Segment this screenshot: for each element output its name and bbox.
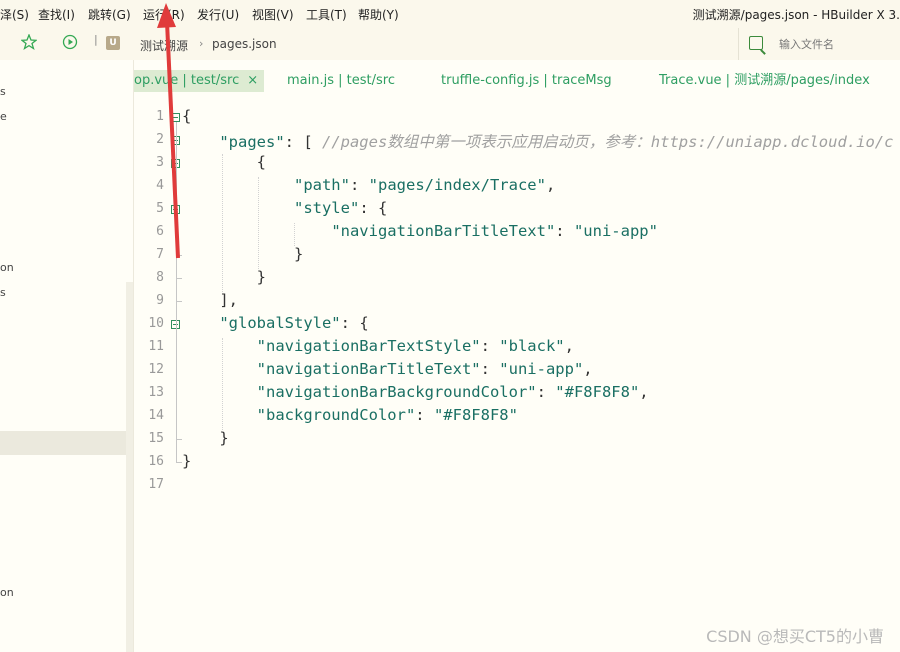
menu-publish[interactable]: 发行(U) — [197, 6, 239, 23]
tab-label: Trace.vue | 测试溯源/pages/index — [659, 73, 870, 88]
project-icon: U — [106, 36, 120, 50]
sidebar-item[interactable]: on — [0, 261, 14, 274]
fold-end-marker — [176, 278, 182, 279]
line-number: 9 — [156, 293, 164, 308]
file-search-input[interactable] — [777, 34, 899, 54]
line-number: 5 — [156, 201, 164, 216]
code-editor[interactable] — [134, 100, 900, 652]
line-number: 11 — [148, 339, 164, 354]
play-circle-icon[interactable] — [61, 34, 79, 52]
watermark: CSDN @想买CT5的小曹 — [706, 627, 884, 646]
menu-tools[interactable]: 工具(T) — [306, 6, 347, 23]
line-number: 15 — [148, 431, 164, 446]
menu-help[interactable]: 帮助(Y) — [358, 6, 399, 23]
fold-line — [176, 122, 177, 462]
line-number: 10 — [148, 316, 164, 331]
line-number: 1 — [156, 109, 164, 124]
editor-tabs: op.vue | test/src × main.js | test/src tr… — [134, 68, 900, 96]
line-number: 12 — [148, 362, 164, 377]
star-icon[interactable] — [20, 33, 38, 52]
sidebar-scrollbar[interactable] — [126, 282, 133, 652]
sidebar-item[interactable]: s — [0, 85, 6, 98]
line-number: 3 — [156, 155, 164, 170]
line-number: 8 — [156, 270, 164, 285]
breadcrumb-project[interactable]: 测试溯源 — [140, 37, 188, 54]
tab-label: main.js | test/src — [287, 73, 395, 88]
menu-view[interactable]: 视图(V) — [252, 6, 294, 23]
tab-app-vue[interactable]: op.vue | test/src × — [134, 70, 265, 92]
tab-main-js[interactable]: main.js | test/src — [287, 70, 395, 92]
tab-trace-vue[interactable]: Trace.vue | 测试溯源/pages/index — [659, 70, 870, 92]
tab-truffle-config[interactable]: truffle-config.js | traceMsg — [441, 70, 612, 92]
line-number: 6 — [156, 224, 164, 239]
indent-guide — [258, 177, 259, 269]
sidebar-item[interactable]: s — [0, 286, 6, 299]
tab-label: truffle-config.js | traceMsg — [441, 73, 612, 88]
sidebar-item[interactable]: on — [0, 586, 14, 599]
indent-guide — [222, 338, 223, 430]
tab-label: op.vue | test/src — [134, 73, 240, 88]
sidebar-selected-item[interactable] — [0, 431, 126, 455]
window-title: 测试溯源/pages.json - HBuilder X 3. — [692, 8, 900, 22]
menu-run[interactable]: 运行(R) — [143, 6, 185, 23]
fold-end-marker — [176, 301, 182, 302]
line-number: 16 — [148, 454, 164, 469]
chevron-right-icon: › — [199, 37, 204, 50]
line-number: 13 — [148, 385, 164, 400]
fold-end-marker — [176, 255, 182, 256]
indent-guide — [222, 154, 223, 292]
sidebar-item[interactable]: e — [0, 110, 7, 123]
toolbar-divider: | — [94, 33, 98, 46]
line-number: 17 — [148, 477, 164, 492]
indent-guide — [294, 223, 295, 246]
close-icon[interactable]: × — [247, 73, 258, 88]
project-sidebar[interactable]: s e on s on — [0, 60, 134, 652]
fold-end-marker — [176, 439, 182, 440]
fold-toggle-icon[interactable] — [171, 113, 180, 122]
line-number: 2 — [156, 132, 164, 147]
line-number: 7 — [156, 247, 164, 262]
menu-select[interactable]: 泽(S) — [0, 6, 29, 23]
breadcrumb-file[interactable]: pages.json — [212, 37, 277, 51]
line-number: 4 — [156, 178, 164, 193]
menu-bar: 泽(S) 查找(I) 跳转(G) 运行(R) 发行(U) 视图(V) 工具(T)… — [0, 0, 900, 28]
file-search — [738, 28, 900, 60]
menu-goto[interactable]: 跳转(G) — [88, 6, 131, 23]
file-search-icon — [749, 36, 763, 50]
fold-end-marker — [176, 462, 182, 463]
line-number: 14 — [148, 408, 164, 423]
menu-find[interactable]: 查找(I) — [38, 6, 75, 23]
